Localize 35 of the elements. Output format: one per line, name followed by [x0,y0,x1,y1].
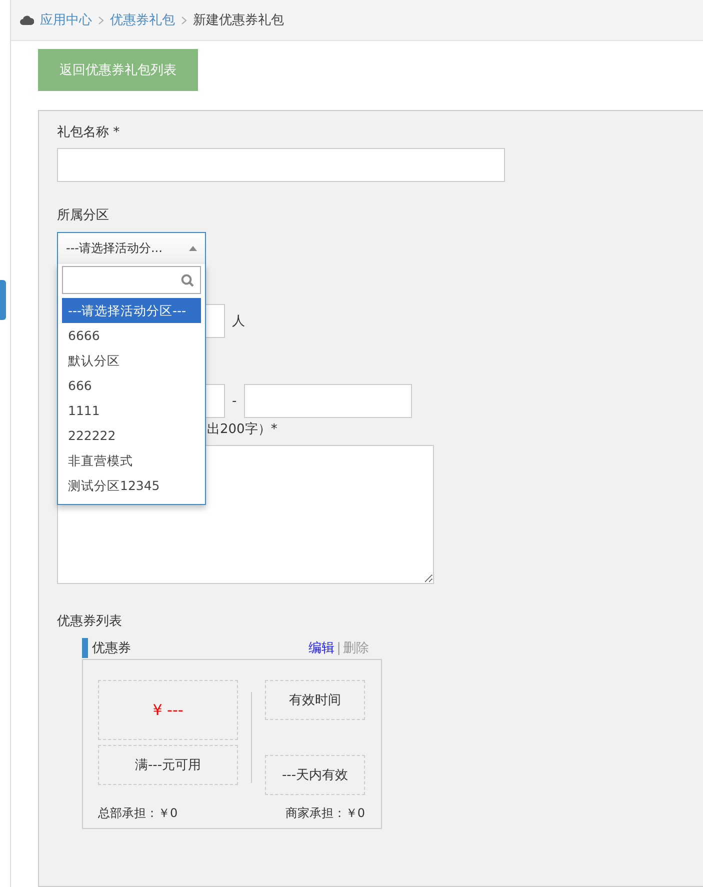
search-icon [181,274,194,286]
coupon-condition: 满---元可用 [98,745,238,785]
breadcrumb-current: 新建优惠券礼包 [193,12,284,29]
collapse-handle[interactable] [0,280,6,320]
end-date-input[interactable] [244,384,412,418]
unit-label: 人 [232,313,245,330]
search-field[interactable] [62,266,201,294]
chevron-icon [181,16,187,24]
field-label: 优惠券列表 [57,613,123,631]
coupon-title: 优惠券 [92,640,132,657]
field-label: 出200字）* [207,421,278,438]
hq-share: 总部承担：￥0 [98,805,178,822]
field-label: 所属分区 [57,207,110,225]
dropdown-option[interactable]: 222222 [62,423,201,448]
cloud-icon [20,15,34,25]
range-separator: - [232,394,237,408]
dropdown-option[interactable]: 6666 [62,323,201,348]
dropdown-option[interactable]: 默认分区 [62,348,201,373]
caret-icon [189,246,197,251]
edit-link[interactable]: 编辑 [308,639,335,657]
chevron-icon [98,16,104,24]
dropdown-option[interactable]: 非直营模式 [62,448,201,473]
validity-days: ---天内有效 [265,755,365,795]
link-separator: | [336,640,341,656]
name-input[interactable] [57,148,505,182]
dropdown-option[interactable]: ---请选择活动分区--- [62,298,201,323]
validity-label: 有效时间 [265,680,365,720]
dropdown-option[interactable]: 666 [62,373,201,398]
merchant-share: 商家承担：￥0 [285,805,365,822]
accent-bar [82,638,88,658]
field-label: 礼包名称 * [57,124,121,142]
zone-select[interactable]: ---请选择活动分... [57,232,206,264]
dropdown-option[interactable]: 1111 [62,398,201,423]
dropdown-option[interactable]: 测试分区12345 [62,473,201,498]
coupon-amount: ¥ --- [98,680,238,740]
